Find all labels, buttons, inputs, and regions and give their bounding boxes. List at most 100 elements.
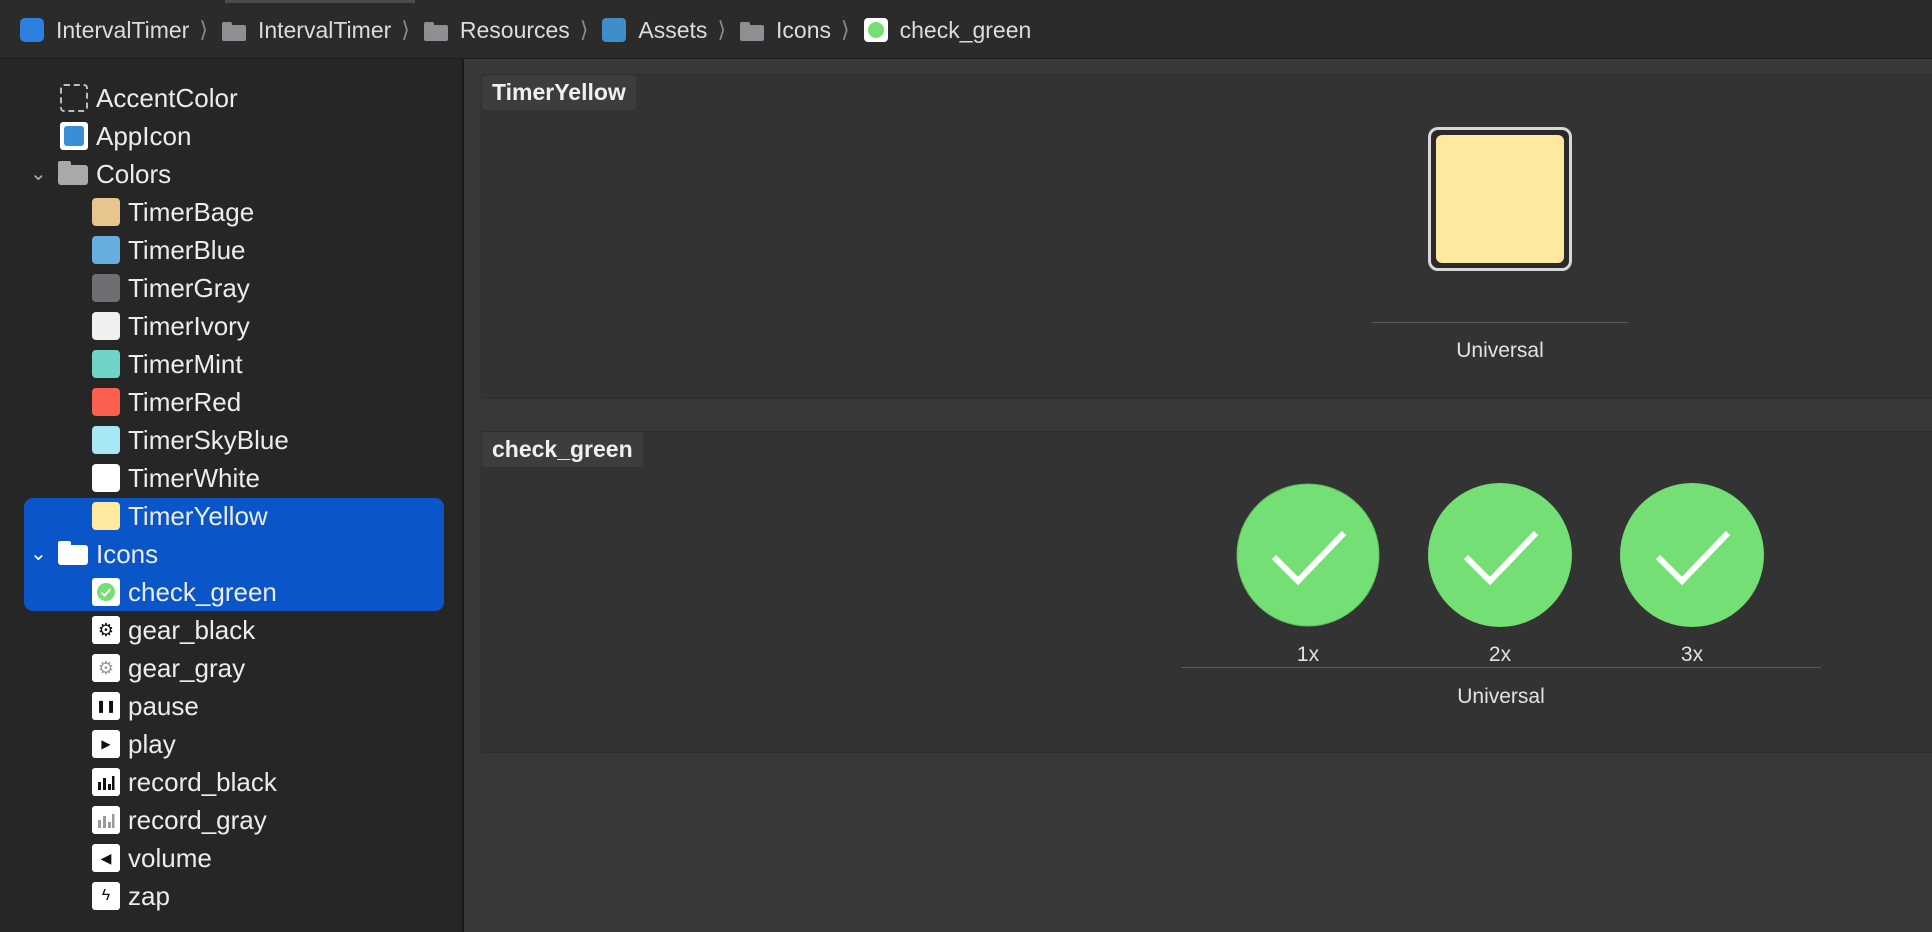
image-set-icon (863, 18, 888, 42)
icon-item-record-gray[interactable]: record_gray (0, 801, 464, 839)
group-label: Colors (96, 159, 172, 189)
folder-icon (423, 18, 448, 42)
breadcrumb-item-assets[interactable]: Assets (602, 17, 707, 44)
color-item-timerbage[interactable]: TimerBage (0, 193, 464, 231)
breadcrumb-label: Assets (638, 16, 708, 43)
gear-icon: ⚙ (92, 654, 120, 682)
color-swatch (92, 236, 120, 264)
breadcrumb-item-project[interactable]: IntervalTimer (20, 17, 189, 44)
chevron-down-icon[interactable]: ⌄ (30, 544, 50, 564)
gear-icon: ⚙ (92, 616, 120, 644)
breadcrumb-item-group[interactable]: IntervalTimer (221, 16, 392, 44)
asset-label: TimerIvory (128, 311, 250, 341)
asset-item-appicon[interactable]: AppIcon (0, 117, 464, 155)
pause-icon: ❚❚ (92, 692, 120, 720)
check-circle-icon (1620, 483, 1764, 627)
asset-label: gear_black (128, 615, 256, 645)
asset-label: check_green (128, 577, 277, 607)
tab-indicator (225, 0, 415, 3)
icon-item-check-green[interactable]: check_green (0, 573, 464, 611)
chevron-right-icon: ⟩ (841, 17, 850, 42)
chevron-right-icon: ⟩ (717, 17, 727, 42)
asset-item-accentcolor[interactable]: AccentColor (0, 79, 464, 117)
image-set-title: check_green (482, 432, 643, 467)
folder-icon (221, 18, 246, 42)
color-item-timergray[interactable]: TimerGray (0, 269, 464, 307)
folder-icon (58, 540, 88, 568)
color-swatch-fill (1436, 135, 1564, 263)
color-item-timerblue[interactable]: TimerBlue (0, 231, 464, 269)
play-icon: ▶ (92, 730, 120, 758)
app-icon (60, 122, 88, 150)
color-item-timerskyblue[interactable]: TimerSkyBlue (0, 421, 464, 459)
asset-label: pause (128, 691, 199, 721)
asset-label: TimerBlue (128, 235, 246, 265)
breadcrumb-label: check_green (899, 16, 1032, 43)
image-slot-1x[interactable] (1236, 483, 1380, 627)
color-item-timerivory[interactable]: TimerIvory (0, 307, 464, 345)
color-item-timermint[interactable]: TimerMint (0, 345, 464, 383)
slot-label-1x: 1x (1296, 643, 1320, 666)
color-swatch (92, 502, 120, 530)
breadcrumb-item-resources[interactable]: Resources (423, 16, 570, 44)
volume-icon: ◀ (92, 844, 120, 872)
asset-label: TimerYellow (128, 501, 268, 531)
check-circle-icon (1428, 483, 1572, 627)
breadcrumb: IntervalTimer ⟩ IntervalTimer ⟩ Resource… (20, 14, 1031, 46)
asset-label: TimerBage (128, 197, 255, 227)
bar-chart-icon (92, 768, 120, 796)
color-swatch (92, 426, 120, 454)
image-slot-2x[interactable] (1428, 483, 1572, 627)
chevron-right-icon: ⟩ (579, 17, 589, 42)
icon-item-record-black[interactable]: record_black (0, 763, 464, 801)
asset-label: gear_gray (128, 653, 246, 683)
zap-icon: ϟ (92, 882, 120, 910)
breadcrumb-label: IntervalTimer (257, 16, 392, 43)
breadcrumb-item-check-green[interactable]: check_green (863, 16, 1032, 44)
color-item-timeryellow[interactable]: TimerYellow (0, 497, 464, 535)
bar-chart-icon (92, 806, 120, 834)
folder-icon (58, 160, 88, 188)
color-item-timerred[interactable]: TimerRed (0, 383, 464, 421)
breadcrumb-item-icons[interactable]: Icons (740, 17, 831, 44)
chevron-down-icon[interactable]: ⌄ (30, 164, 50, 184)
universal-caption: Universal (1456, 339, 1544, 362)
navigation-bar: IntervalTimer ⟩ IntervalTimer ⟩ Resource… (0, 0, 1932, 59)
universal-caption: Universal (1457, 685, 1545, 708)
asset-label: TimerRed (128, 387, 242, 417)
color-well[interactable] (1428, 127, 1572, 271)
image-set-panel[interactable]: check_green 1x 2x 3x Universal (481, 431, 1932, 753)
asset-label: TimerSkyBlue (128, 425, 289, 455)
icon-item-gear-black[interactable]: ⚙ gear_black (0, 611, 464, 649)
color-swatch (92, 198, 120, 226)
asset-label: TimerWhite (128, 463, 260, 493)
asset-catalog-icon (602, 18, 627, 42)
icon-item-play[interactable]: ▶ play (0, 725, 464, 763)
icon-item-zap[interactable]: ϟ zap (0, 877, 464, 915)
asset-label: volume (128, 843, 212, 873)
color-swatch (92, 464, 120, 492)
app-icon (20, 18, 44, 42)
breadcrumb-label: Resources (459, 16, 570, 43)
group-icons[interactable]: ⌄ Icons (0, 535, 464, 573)
asset-list-sidebar: AccentColor AppIcon ⌄ Colors TimerBage T… (0, 59, 464, 932)
icon-item-pause[interactable]: ❚❚ pause (0, 687, 464, 725)
color-set-panel[interactable]: TimerYellow Universal (481, 74, 1932, 399)
chevron-right-icon: ⟩ (401, 17, 410, 42)
color-swatch (92, 312, 120, 340)
check-circle-icon (1236, 483, 1380, 627)
breadcrumb-label: IntervalTimer (56, 16, 190, 43)
group-colors[interactable]: ⌄ Colors (0, 155, 464, 193)
check-circle-icon (92, 578, 120, 606)
asset-label: record_black (128, 767, 277, 797)
asset-label: TimerMint (128, 349, 243, 379)
asset-label: AccentColor (96, 83, 238, 113)
asset-label: zap (128, 881, 170, 911)
asset-label: record_gray (128, 805, 267, 835)
icon-item-gear-gray[interactable]: ⚙ gear_gray (0, 649, 464, 687)
divider (1181, 667, 1821, 668)
icon-item-volume[interactable]: ◀ volume (0, 839, 464, 877)
image-slot-3x[interactable] (1620, 483, 1764, 627)
color-item-timerwhite[interactable]: TimerWhite (0, 459, 464, 497)
color-swatch (92, 388, 120, 416)
